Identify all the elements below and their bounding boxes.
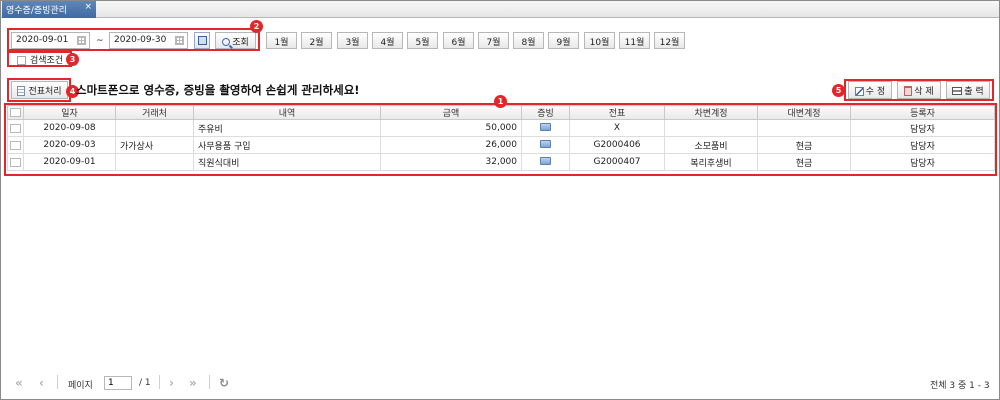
next-page-icon[interactable]: › (169, 376, 174, 390)
page-label: 페이지 (68, 381, 93, 391)
annotation-box-3 (7, 51, 72, 67)
month-button[interactable]: 3월 (337, 32, 368, 49)
app-window: 영수증/증빙관리 × 2020-09-01 ~ 2020-09-30 조회 2 … (0, 0, 1000, 400)
last-page-icon[interactable]: » (189, 376, 197, 390)
tab-title: 영수증/증빙관리 (6, 6, 67, 16)
pager-divider (57, 375, 58, 389)
annotation-badge-5: 5 (832, 84, 845, 97)
prev-page-icon[interactable]: ‹ (39, 376, 44, 390)
month-button[interactable]: 8월 (513, 32, 544, 49)
month-button[interactable]: 10월 (584, 32, 615, 49)
month-button[interactable]: 12월 (654, 32, 685, 49)
month-button[interactable]: 7월 (478, 32, 509, 49)
month-button[interactable]: 9월 (548, 32, 579, 49)
tab-strip: 영수증/증빙관리 × (1, 1, 999, 18)
annotation-box-1 (4, 103, 997, 176)
close-icon[interactable]: × (84, 2, 92, 12)
month-button[interactable]: 11월 (619, 32, 650, 49)
refresh-icon[interactable]: ↻ (219, 376, 229, 390)
month-button[interactable]: 6월 (443, 32, 474, 49)
month-button[interactable]: 5월 (407, 32, 438, 49)
page-total: / 1 (139, 378, 151, 388)
annotation-badge-1: 1 (494, 95, 507, 108)
annotation-badge-2: 2 (250, 20, 263, 33)
notice-text: 스마트폰으로 영수증, 증빙을 촬영하여 손쉽게 관리하세요! (76, 83, 360, 97)
page-number-input[interactable] (104, 376, 132, 390)
annotation-box-5 (844, 79, 994, 101)
month-button[interactable]: 4월 (372, 32, 403, 49)
record-summary: 전체 3 중 1 - 3 (930, 381, 990, 391)
month-button[interactable]: 1월 (266, 32, 297, 49)
annotation-box-2 (7, 28, 260, 51)
tab-receipt-management[interactable]: 영수증/증빙관리 × (2, 1, 96, 18)
month-button[interactable]: 2월 (301, 32, 332, 49)
pager-divider (209, 375, 210, 389)
annotation-badge-3: 3 (66, 53, 79, 66)
pager-divider (159, 375, 160, 389)
pager: « ‹ 페이지 / 1 › » ↻ 전체 3 중 1 - 3 (1, 370, 999, 394)
annotation-box-4 (7, 78, 71, 102)
first-page-icon[interactable]: « (15, 376, 23, 390)
